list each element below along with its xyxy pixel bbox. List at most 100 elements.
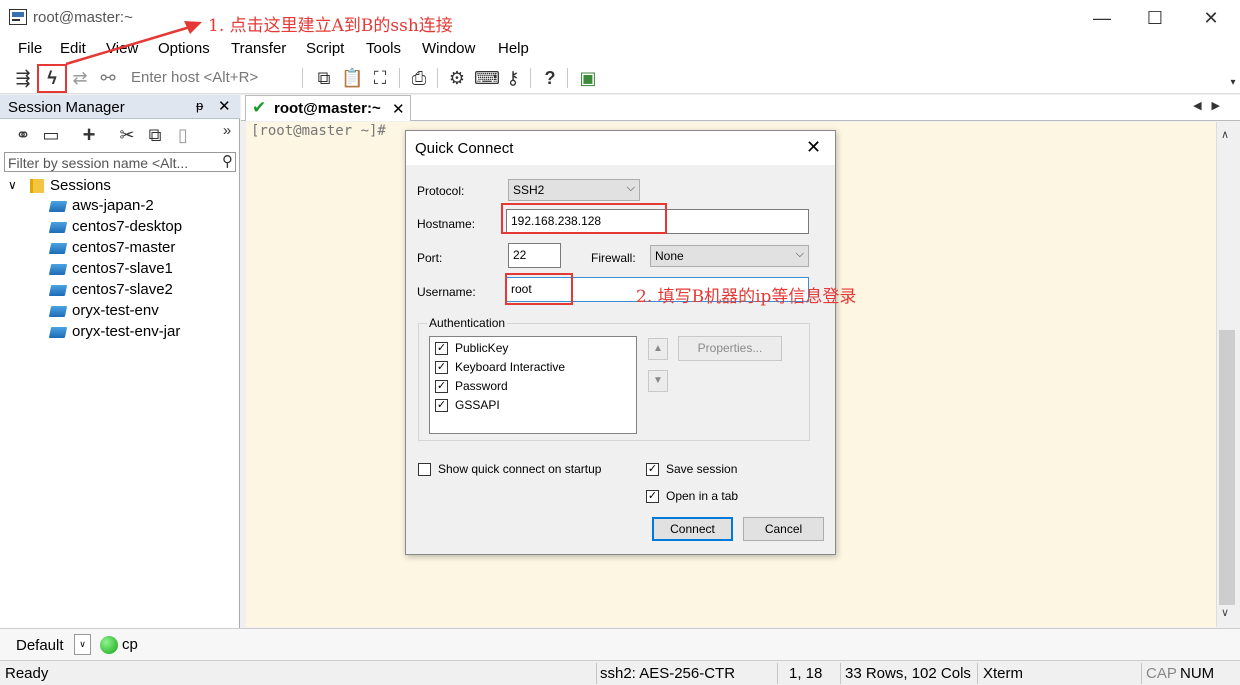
print-icon[interactable]: ⎙ [408,67,430,89]
cut-icon[interactable]: ✂ [116,124,138,146]
firewall-value: None [655,249,684,263]
list-item[interactable]: oryx-test-env-jar [48,323,235,344]
maximize-button[interactable]: ☐ [1140,6,1170,30]
close-tab-icon[interactable]: ✕ [392,100,405,118]
copy-icon[interactable]: ⧉ [313,67,335,89]
chevron-down-icon: ⌵ [795,248,804,260]
status-divider [977,663,978,684]
menu-help[interactable]: Help [498,40,529,57]
protocol-label: Protocol: [417,184,465,198]
checkbox-checked-icon: ✓ [435,361,448,374]
scroll-down-icon[interactable]: ∨ [1221,606,1229,619]
scroll-up-icon[interactable]: ∧ [1221,128,1229,141]
session-label: centos7-slave1 [72,260,173,277]
folder-icon [30,179,44,193]
cancel-button[interactable]: Cancel [743,517,824,541]
chevron-down-icon[interactable]: ∨ [74,634,91,655]
menu-window[interactable]: Window [422,40,475,57]
port-input[interactable]: 22 [508,243,561,268]
connect-button[interactable]: Connect [652,517,733,541]
computer-icon [48,243,68,254]
chevron-down-icon[interactable]: ∨ [8,178,17,192]
session-label: centos7-desktop [72,218,183,235]
terminal-scrollbar[interactable]: ∧ ∨ [1216,122,1236,627]
session-manager-title: Session Manager [8,99,125,116]
key-icon[interactable]: ⚷ [502,67,524,89]
save-session-checkbox[interactable]: ✓ Save session [646,462,766,478]
search-icon[interactable]: ⚲ [222,152,233,170]
find-binoculars-icon[interactable]: ⛶ [369,67,391,89]
copy-session-icon[interactable]: ⧉ [144,124,166,146]
keymap-icon[interactable]: ⌨ [474,67,500,89]
menu-transfer[interactable]: Transfer [231,40,286,57]
connect-icon[interactable]: ⇶ [12,67,34,89]
scrollbar-thumb[interactable] [1219,330,1235,605]
auth-publickey-checkbox[interactable]: ✓ PublicKey [435,341,635,357]
properties-button[interactable]: Properties... [678,336,782,361]
tree-root-sessions[interactable]: ∨ Sessions [8,177,228,197]
auth-keyboard-interactive-checkbox[interactable]: ✓ Keyboard Interactive [435,360,635,376]
help-icon[interactable]: ? [539,67,561,89]
tab-root-master[interactable]: ✔ root@master:~ ✕ [245,95,411,121]
settings-gear-icon[interactable]: ⚙ [446,67,468,89]
new-tab-icon[interactable]: ▭ [40,124,62,146]
menu-file[interactable]: File [18,40,42,57]
menu-bar: File Edit View Options Transfer Script T… [0,36,1240,62]
list-item[interactable]: centos7-desktop [48,218,235,239]
tab-scroll-arrows[interactable]: ◀▶ [1193,99,1230,112]
title-bar: root@master:~ — ☐ ✕ [0,0,1240,36]
link-icon[interactable]: ⚭ [12,124,34,146]
auth-gssapi-checkbox[interactable]: ✓ GSSAPI [435,398,635,414]
sftp-image-icon[interactable]: ▣ [577,67,599,89]
cp-button[interactable]: cp [122,636,138,653]
paste-session-icon[interactable]: ▯ [172,124,194,146]
disconnect-icon[interactable]: ⚯ [97,67,119,89]
checkbox-checked-icon: ✓ [646,490,659,503]
hostname-highlight-box [501,203,667,234]
status-terminal-type: Xterm [983,665,1024,682]
pin-icon[interactable]: ᵽ [196,98,203,113]
list-item[interactable]: centos7-slave1 [48,260,235,281]
add-session-icon[interactable]: + [78,124,100,146]
session-label: centos7-master [72,239,176,256]
list-item[interactable]: centos7-slave2 [48,281,235,302]
menu-options[interactable]: Options [158,40,210,57]
move-up-button[interactable]: ▲ [648,338,668,360]
list-item[interactable]: aws-japan-2 [48,197,235,218]
menu-edit[interactable]: Edit [60,40,86,57]
move-down-button[interactable]: ▼ [648,370,668,392]
minimize-button[interactable]: — [1087,6,1117,30]
menu-script[interactable]: Script [306,40,344,57]
toolbar-overflow-icon[interactable]: ▾ [1222,72,1240,94]
list-item[interactable]: centos7-master [48,239,235,260]
list-item[interactable]: oryx-test-env [48,302,235,323]
dialog-header: Quick Connect ✕ [406,131,835,165]
protocol-select[interactable]: SSH2 ⌵ [508,179,640,201]
paste-icon[interactable]: 📋 [341,67,363,89]
session-tab-bar: ✔ root@master:~ ✕ ◀▶ [241,95,1240,121]
status-cursor-position: 1, 18 [789,665,823,682]
menu-view[interactable]: View [106,40,138,57]
close-window-button[interactable]: ✕ [1196,6,1226,30]
dialog-close-icon[interactable]: ✕ [806,137,821,158]
status-num-lock: NUM [1180,665,1215,682]
checkbox-checked-icon: ✓ [435,342,448,355]
firewall-select[interactable]: None ⌵ [650,245,809,267]
show-on-startup-checkbox[interactable]: Show quick connect on startup [418,462,638,478]
auth-password-checkbox[interactable]: ✓ Password [435,379,635,395]
status-divider [596,663,597,684]
open-in-tab-checkbox[interactable]: ✓ Open in a tab [646,489,766,505]
status-ready: Ready [5,665,49,682]
username-highlight-box [505,273,573,305]
close-panel-icon[interactable]: ✕ [218,97,231,115]
firewall-label: Firewall: [591,251,636,265]
toolbar-separator [530,68,531,88]
session-filter-input[interactable]: Filter by session name <Alt... ⚲ [4,152,236,172]
more-tools-icon[interactable]: » [216,120,238,142]
checkbox-label: Show quick connect on startup [438,462,602,476]
checkbox-label: Save session [666,462,738,476]
status-bar: Ready ssh2: AES-256-CTR 1, 18 33 Rows, 1… [0,660,1240,685]
enter-host-field[interactable]: Enter host <Alt+R> [131,69,258,86]
menu-tools[interactable]: Tools [366,40,401,57]
reconnect-icon[interactable]: ⇄ [69,67,91,89]
